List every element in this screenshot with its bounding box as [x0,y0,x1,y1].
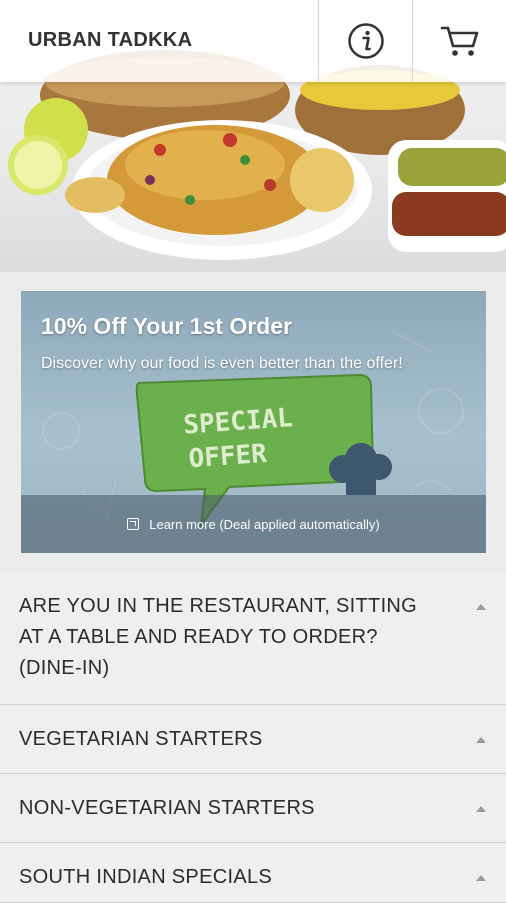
info-icon [348,23,384,59]
cart-icon [440,26,479,56]
promo-title: 10% Off Your 1st Order [41,313,292,339]
category-label: VEGETARIAN STARTERS [19,728,263,750]
collapse-arrow-icon [476,875,486,881]
svg-text:OFFER: OFFER [188,439,269,474]
category-label: NON-VEGETARIAN STARTERS [19,797,315,819]
learn-more-label: Learn more (Deal applied automatically) [149,516,380,532]
category-south-indian-specials[interactable]: SOUTH INDIAN SPECIALS [0,843,506,903]
category-vegetarian-starters[interactable]: VEGETARIAN STARTERS [0,705,506,774]
category-dine-in[interactable]: ARE YOU IN THE RESTAURANT, SITTING AT A … [0,574,506,705]
cart-button[interactable] [412,0,506,82]
app-header: URBAN TADKKA [0,0,506,82]
collapse-arrow-icon [476,604,486,610]
category-non-vegetarian-starters[interactable]: NON-VEGETARIAN STARTERS [0,774,506,843]
external-link-icon [127,518,140,530]
category-label: ARE YOU IN THE RESTAURANT, SITTING AT A … [19,595,418,679]
promo-card[interactable]: SPECIAL OFFER 10% Off Your 1st Order Dis… [21,291,486,553]
info-button[interactable] [318,0,413,82]
collapse-arrow-icon [476,806,486,812]
menu-category-list: ARE YOU IN THE RESTAURANT, SITTING AT A … [0,574,506,903]
brand-title: URBAN TADKKA [28,29,193,51]
collapse-arrow-icon [476,737,486,743]
learn-more-link[interactable]: Learn more (Deal applied automatically) [21,495,486,553]
promo-subtitle: Discover why our food is even better tha… [41,355,403,372]
category-label: SOUTH INDIAN SPECIALS [19,866,273,888]
